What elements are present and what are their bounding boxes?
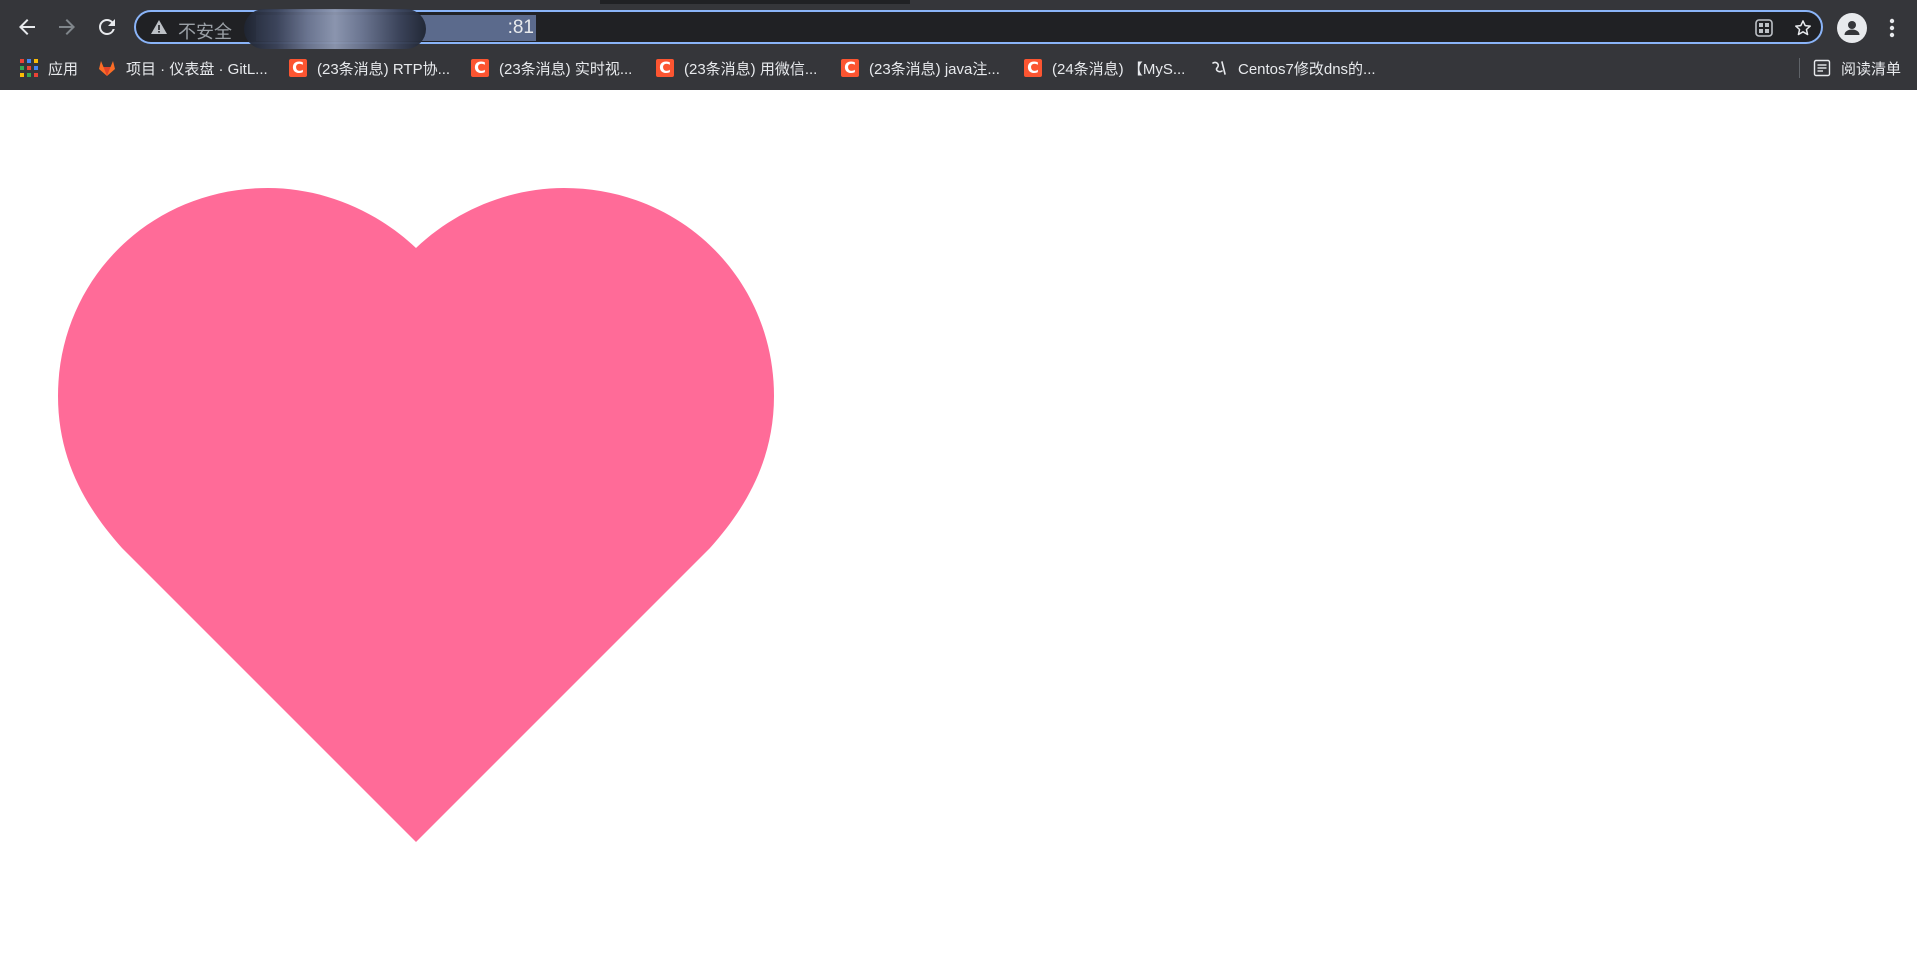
forward-button[interactable] <box>50 10 84 44</box>
bookmark-label: (23条消息) RTP协... <box>317 60 451 78</box>
csdn-icon: C <box>471 59 489 77</box>
bookmark-centos[interactable]: Centos7修改dns的... <box>1210 54 1376 82</box>
warning-icon <box>151 20 167 34</box>
bookmarks-separator <box>1799 58 1800 78</box>
more-vert-icon <box>1889 18 1895 38</box>
bookmark-label: 应用 <box>48 60 79 78</box>
bookmark-csdn-5[interactable]: C (24条消息) 【MyS... <box>1024 54 1185 82</box>
forward-arrow-icon <box>59 19 75 35</box>
heart-path <box>58 188 774 842</box>
bookmark-label: (24条消息) 【MyS... <box>1052 60 1186 78</box>
back-button[interactable] <box>10 10 44 44</box>
reload-icon <box>99 19 115 35</box>
person-icon <box>1844 21 1860 35</box>
reading-list-icon <box>1813 59 1831 77</box>
apps-grid-icon <box>20 59 38 77</box>
url-port: :81 <box>507 17 534 38</box>
security-status-label[interactable]: 不安全 <box>178 18 232 44</box>
csdn-icon: C <box>1024 59 1042 77</box>
browser-chrome: 不安全 :81 应用 项目 · 仪表盘 · GitL... C (23条消息) … <box>0 0 1917 90</box>
star-icon <box>1795 20 1811 36</box>
reload-button[interactable] <box>90 10 124 44</box>
bookmarks-bar: 应用 项目 · 仪表盘 · GitL... C (23条消息) RTP协... … <box>0 52 1917 84</box>
page-content <box>58 186 774 842</box>
csdn-icon: C <box>656 59 674 77</box>
bookmark-label: Centos7修改dns的... <box>1238 60 1376 78</box>
csdn-icon: C <box>289 59 307 77</box>
back-arrow-icon <box>19 19 35 35</box>
qr-code-button[interactable] <box>1753 17 1775 39</box>
reading-list-label: 阅读清单 <box>1841 60 1902 78</box>
browser-menu-button[interactable] <box>1880 14 1904 42</box>
redacted-host <box>244 9 426 49</box>
bookmark-csdn-2[interactable]: C (23条消息) 实时视... <box>471 54 632 82</box>
profile-button[interactable] <box>1837 13 1867 43</box>
bookmark-csdn-3[interactable]: C (23条消息) 用微信... <box>656 54 817 82</box>
bookmark-label: (23条消息) 用微信... <box>684 60 818 78</box>
bookmark-gitlab[interactable]: 项目 · 仪表盘 · GitL... <box>98 54 268 82</box>
bookmark-apps[interactable]: 应用 <box>20 54 78 82</box>
gitlab-icon <box>99 61 115 76</box>
heart-shape <box>58 188 774 842</box>
address-bar[interactable]: 不安全 :81 <box>134 9 1823 49</box>
bookmark-label: (23条消息) 实时视... <box>499 60 633 78</box>
bookmark-label: 项目 · 仪表盘 · GitL... <box>126 60 268 78</box>
reading-list-button[interactable]: 阅读清单 <box>1813 54 1901 82</box>
qr-code-icon <box>1755 19 1773 37</box>
site-icon <box>1212 61 1226 75</box>
bookmark-csdn-4[interactable]: C (23条消息) java注... <box>841 54 1000 82</box>
url-text[interactable]: :81 <box>244 9 536 49</box>
csdn-icon: C <box>841 59 859 77</box>
navigation-bar: 不安全 :81 <box>0 4 1917 49</box>
bookmark-star-button[interactable] <box>1792 17 1814 39</box>
bookmark-csdn-1[interactable]: C (23条消息) RTP协... <box>289 54 450 82</box>
bookmark-label: (23条消息) java注... <box>869 60 1000 78</box>
